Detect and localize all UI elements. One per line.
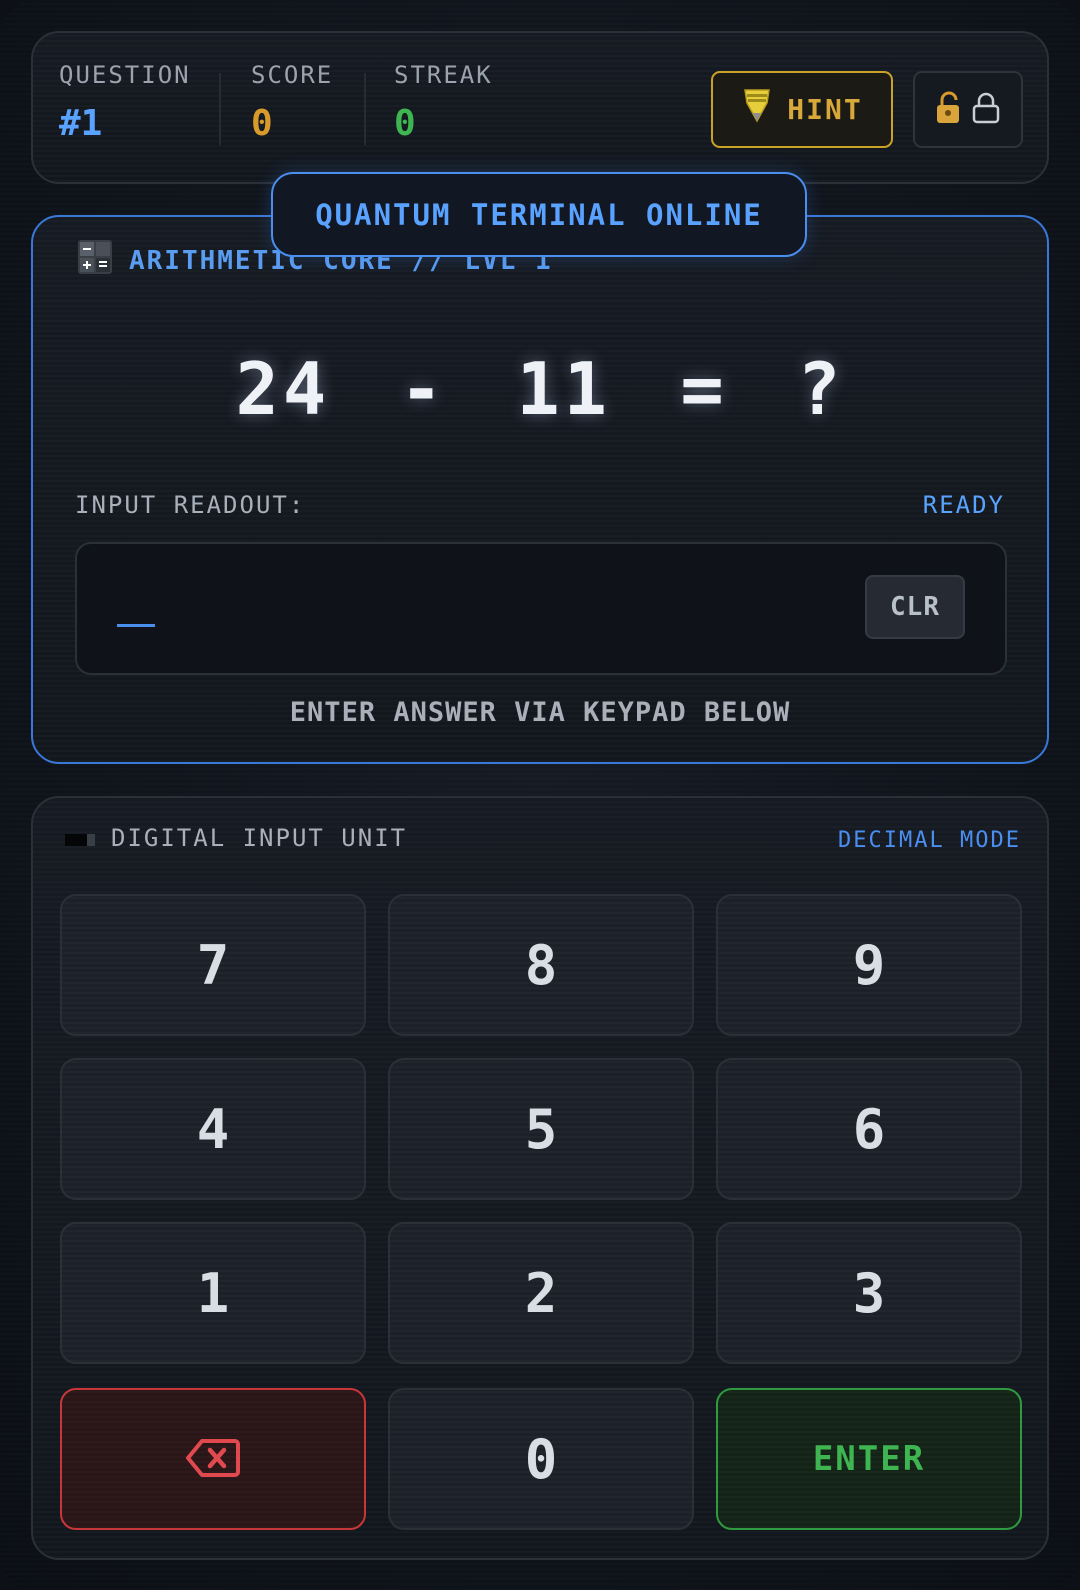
- answer-readout-field[interactable]: CLR: [75, 542, 1007, 675]
- unlock-icon: [934, 91, 964, 129]
- streak-stat: STREAK 0: [394, 61, 493, 144]
- equals-sign: =: [680, 347, 728, 431]
- question-number: #1: [59, 103, 103, 144]
- bulb-icon: [741, 87, 773, 132]
- key-2[interactable]: 2: [388, 1222, 694, 1364]
- instruction-text: ENTER ANSWER VIA KEYPAD BELOW: [289, 697, 791, 728]
- lock-toggle-button[interactable]: [913, 71, 1023, 148]
- operand-a: 24: [235, 347, 331, 431]
- key-1[interactable]: 1: [60, 1222, 366, 1364]
- key-7[interactable]: 7: [60, 894, 366, 1036]
- score-stat: SCORE 0: [251, 61, 333, 144]
- keypad-mode: DECIMAL MODE: [838, 828, 1021, 853]
- readout-label: INPUT READOUT:: [75, 491, 306, 519]
- hint-label: HINT: [787, 93, 863, 126]
- keypad-title: DIGITAL INPUT UNIT: [65, 824, 407, 852]
- streak-label: STREAK: [394, 61, 493, 89]
- operand-b: 11: [516, 347, 612, 431]
- keypad-indicator-icon: [65, 824, 95, 852]
- calculator-icon: [77, 239, 113, 282]
- key-4[interactable]: 4: [60, 1058, 366, 1200]
- stats-header: QUESTION #1 SCORE 0 STREAK 0 HINT: [31, 31, 1049, 184]
- score-value: 0: [251, 103, 273, 144]
- streak-value: 0: [394, 103, 416, 144]
- readout-status: READY: [922, 491, 1005, 519]
- key-5[interactable]: 5: [388, 1058, 694, 1200]
- backspace-button[interactable]: [60, 1388, 366, 1530]
- math-problem: 24 - 11 = ?: [33, 347, 1047, 431]
- quantum-terminal-app: QUESTION #1 SCORE 0 STREAK 0 HINT QUANTU…: [0, 0, 1080, 1590]
- keypad-panel: DIGITAL INPUT UNIT DECIMAL MODE 7 8 9 4 …: [31, 796, 1049, 1560]
- key-3[interactable]: 3: [716, 1222, 1022, 1364]
- key-6[interactable]: 6: [716, 1058, 1022, 1200]
- terminal-status-badge: QUANTUM TERMINAL ONLINE: [271, 172, 807, 257]
- clear-button[interactable]: CLR: [865, 575, 965, 639]
- question-panel: ARITHMETIC CORE // LVL 1 24 - 11 = ? INP…: [31, 215, 1049, 764]
- question-stat: QUESTION #1: [59, 61, 191, 144]
- hint-button[interactable]: HINT: [711, 71, 893, 148]
- question-label: QUESTION: [59, 61, 191, 89]
- backspace-icon: [186, 1428, 240, 1491]
- score-label: SCORE: [251, 61, 334, 89]
- enter-button[interactable]: ENTER: [716, 1388, 1022, 1530]
- unknown-answer: ?: [797, 347, 845, 431]
- keypad-title-text: DIGITAL INPUT UNIT: [111, 824, 408, 852]
- stat-divider: [219, 73, 221, 145]
- operator: -: [399, 347, 447, 431]
- stat-divider: [364, 73, 366, 145]
- input-cursor: [117, 624, 155, 627]
- lock-icon: [970, 91, 1002, 129]
- key-9[interactable]: 9: [716, 894, 1022, 1036]
- key-0[interactable]: 0: [388, 1388, 694, 1530]
- key-8[interactable]: 8: [388, 894, 694, 1036]
